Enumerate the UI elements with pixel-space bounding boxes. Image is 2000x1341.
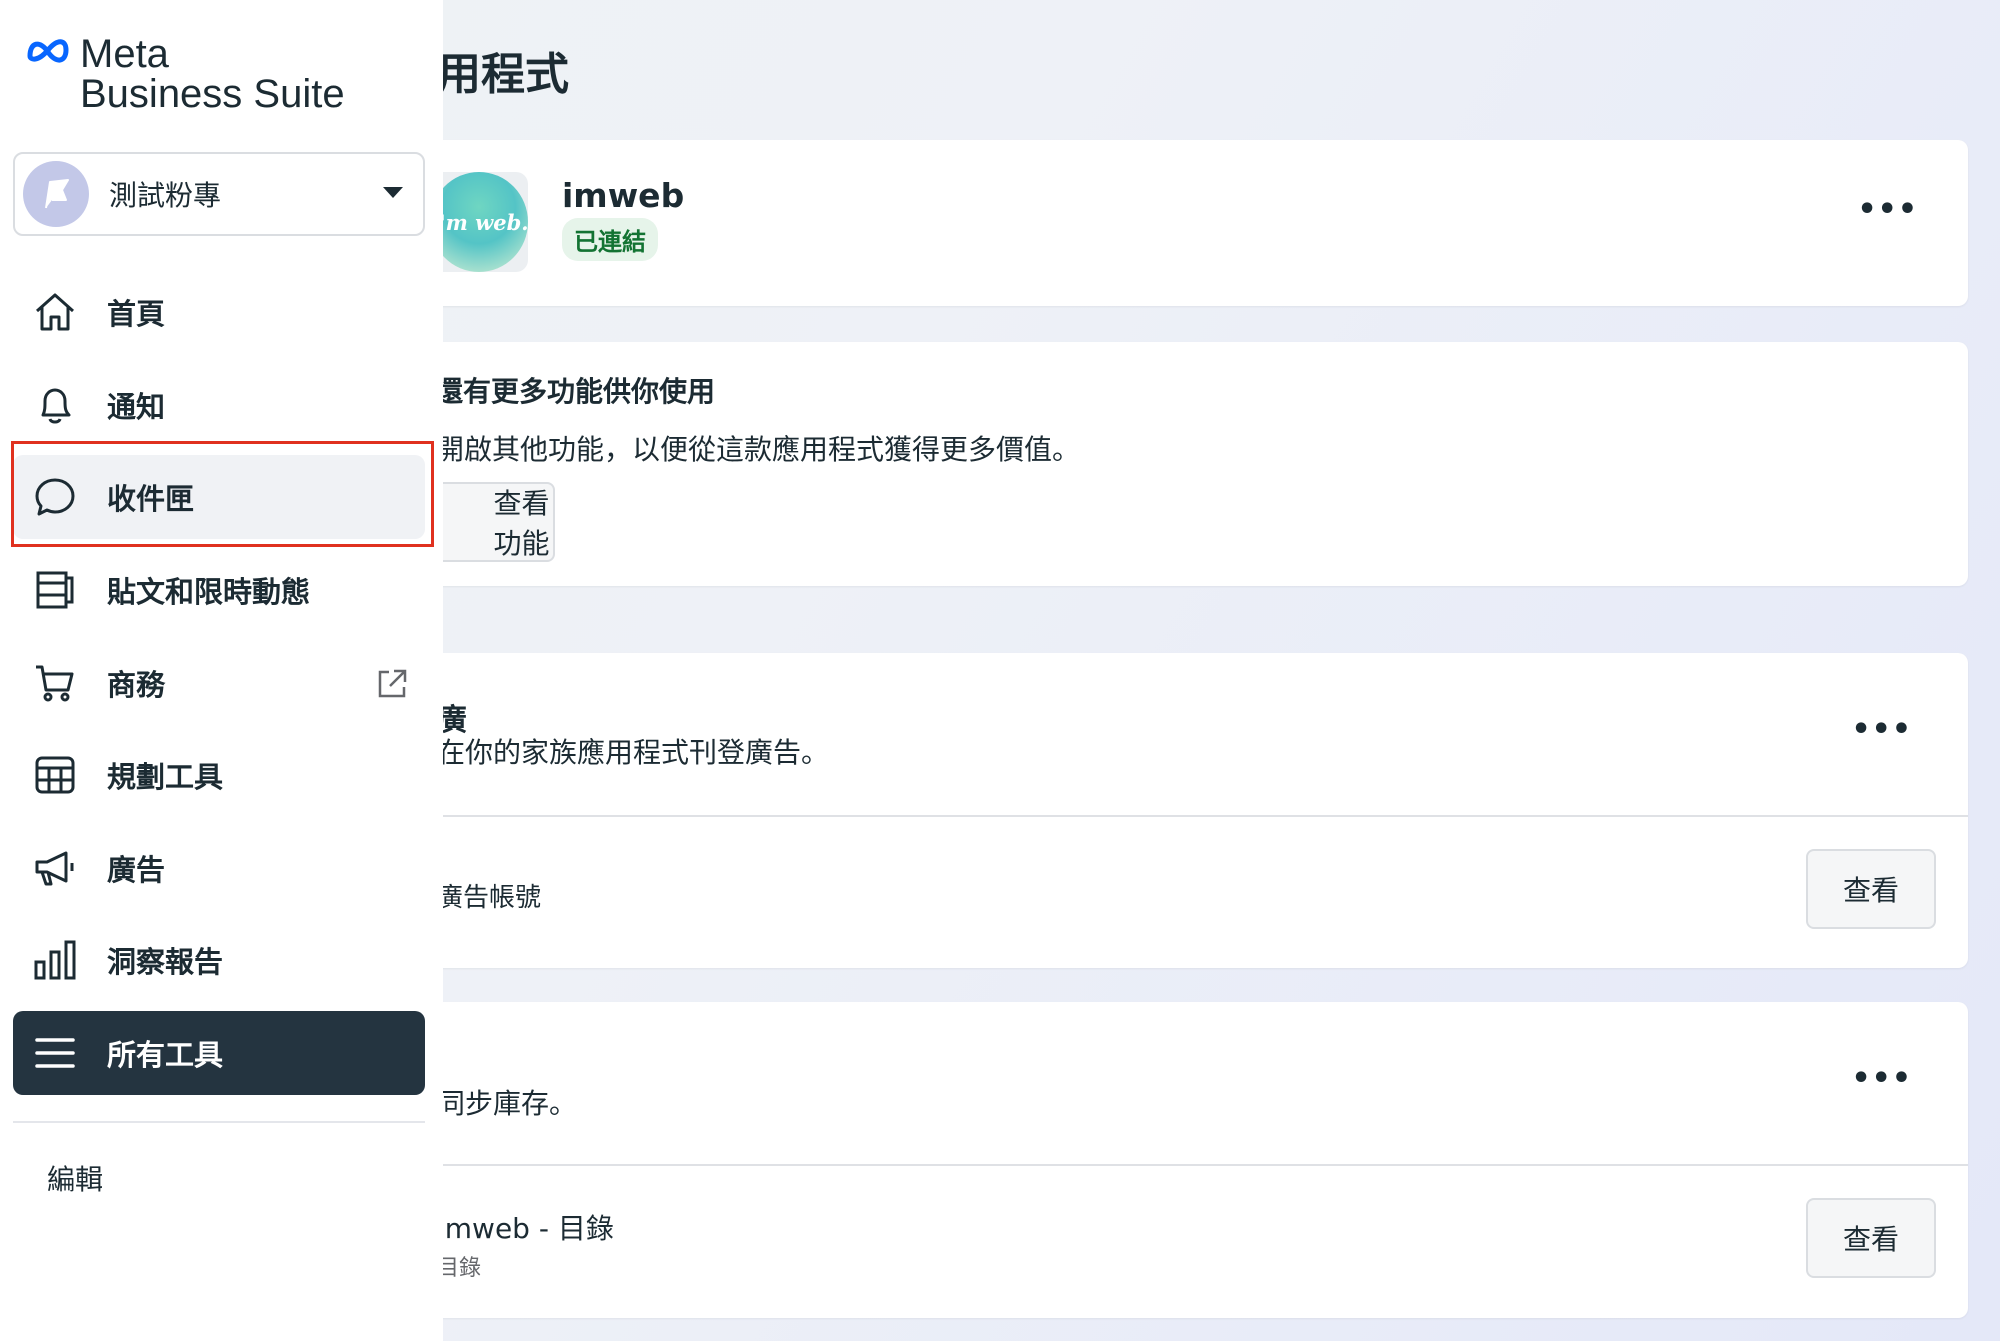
sidebar-item-ads[interactable]: 廣告 (13, 826, 425, 910)
catalog-name: imweb - 目錄 (437, 1212, 614, 1245)
posts-icon (31, 566, 79, 614)
menu-icon (31, 1029, 79, 1077)
sidebar-item-label: 所有工具 (107, 1038, 224, 1072)
meta-business-suite-logo[interactable]: Meta Business Suite (24, 34, 345, 114)
calendar-grid-icon (31, 751, 79, 799)
bar-chart-icon (31, 936, 79, 984)
external-link-icon (375, 667, 409, 705)
sidebar-item-label: 收件匣 (107, 482, 195, 516)
view-ad-account-button[interactable]: 查看 (1806, 849, 1936, 929)
page-name: 測試粉專 (109, 179, 222, 212)
view-features-button[interactable]: 查看功能 (430, 482, 555, 562)
page-avatar (23, 161, 89, 227)
sidebar-item-posts-stories[interactable]: 貼文和限時動態 (13, 548, 425, 632)
more-options-icon[interactable]: ••• (1851, 1064, 1912, 1094)
chat-bubble-icon (31, 473, 79, 521)
page-selector[interactable]: 測試粉專 (13, 152, 425, 236)
catalog-card-description: 同步庫存。 (437, 1087, 578, 1120)
sidebar-item-label: 貼文和限時動態 (107, 575, 311, 609)
bell-icon (31, 381, 79, 429)
app-logo: I'm web. (430, 172, 528, 272)
brand-line-2: Business Suite (80, 72, 345, 116)
divider (380, 1164, 1968, 1166)
app-name: imweb (562, 176, 685, 215)
meta-infinity-icon (24, 34, 72, 70)
edit-link[interactable]: 編輯 (47, 1158, 103, 1198)
sidebar-item-label: 規劃工具 (107, 760, 224, 794)
megaphone-icon (31, 844, 79, 892)
promo-card: 還有更多功能供你使用 開啟其他功能，以便從這款應用程式獲得更多價值。 查看功能 (380, 342, 1968, 586)
sidebar-item-insights[interactable]: 洞察報告 (13, 918, 425, 1002)
home-icon (31, 288, 79, 336)
promo-heading: 還有更多功能供你使用 (435, 375, 716, 408)
promo-description: 開啟其他功能，以便從這款應用程式獲得更多價值。 (436, 433, 1081, 466)
imweb-logo: I'm web. (430, 172, 528, 272)
sidebar-item-commerce[interactable]: 商務 (13, 641, 425, 725)
brand-line-1: Meta (80, 32, 169, 76)
status-badge: 已連結 (562, 218, 658, 261)
ad-account-label: 廣告帳號 (437, 883, 542, 913)
sidebar-item-notifications[interactable]: 通知 (13, 363, 425, 447)
sidebar-item-label: 商務 (107, 668, 166, 702)
view-catalog-button[interactable]: 查看 (1806, 1198, 1936, 1278)
sidebar-divider (13, 1121, 425, 1123)
chevron-down-icon (383, 187, 403, 198)
ads-card-description: 在你的家族應用程式刊登廣告。 (437, 736, 830, 769)
sidebar-item-all-tools[interactable]: 所有工具 (13, 1011, 425, 1095)
sidebar: Meta Business Suite 測試粉專 首頁 通知 收件匣 貼文和限時… (0, 0, 443, 1341)
sidebar-item-home[interactable]: 首頁 (13, 270, 425, 354)
more-options-icon[interactable]: ••• (1857, 195, 1918, 225)
sidebar-item-label: 首頁 (107, 297, 166, 331)
sidebar-item-label: 洞察報告 (107, 945, 224, 979)
cart-icon (31, 659, 79, 707)
catalog-type: 目錄 (437, 1256, 482, 1281)
divider (380, 815, 1968, 817)
catalog-card: 同步庫存。 ••• imweb - 目錄 目錄 查看 (380, 1002, 1968, 1318)
sidebar-item-inbox[interactable]: 收件匣 (13, 455, 425, 539)
app-card: I'm web. imweb 已連結 ••• (380, 140, 1968, 306)
ads-card: 廣 在你的家族應用程式刊登廣告。 ••• 廣告帳號 查看 (380, 653, 1968, 968)
sidebar-item-label: 廣告 (107, 853, 166, 887)
more-options-icon[interactable]: ••• (1851, 715, 1912, 745)
sidebar-item-planner[interactable]: 規劃工具 (13, 733, 425, 817)
flag-icon (45, 179, 69, 209)
sidebar-item-label: 通知 (107, 390, 166, 424)
